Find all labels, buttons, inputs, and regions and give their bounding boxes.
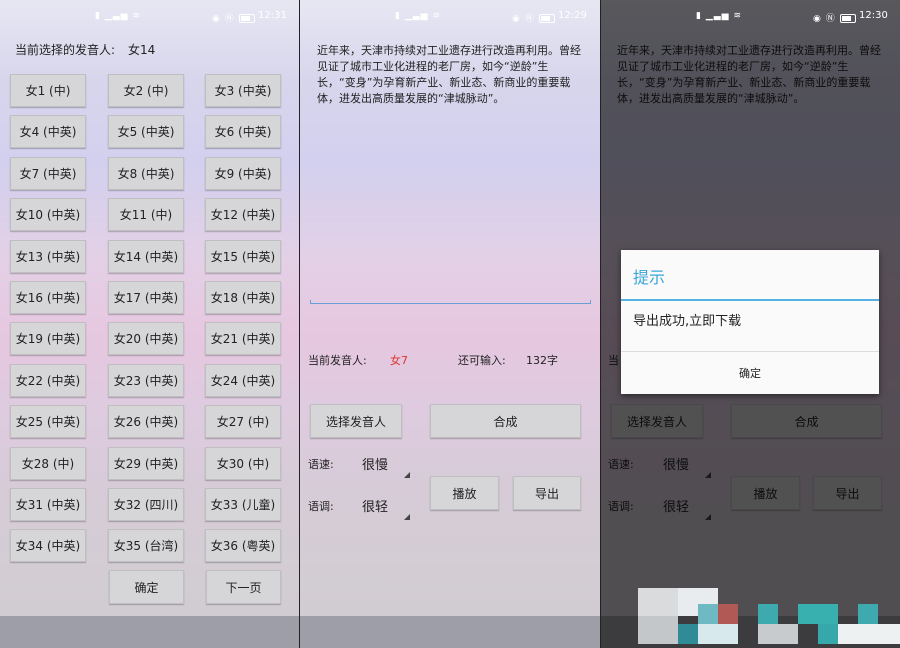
voice-button-12[interactable]: 女12 (中英)	[205, 198, 281, 231]
voice-button-32[interactable]: 女32 (四川)	[108, 488, 184, 521]
signal-icons: ▮ ▁▃▅ ≋	[696, 11, 742, 21]
speed-value: 很慢	[362, 458, 389, 473]
next-page-button[interactable]: 下一页	[206, 570, 281, 604]
voice-button-8[interactable]: 女8 (中英)	[108, 157, 184, 190]
voice-button-35[interactable]: 女35 (台湾)	[108, 529, 184, 562]
voice-button-5[interactable]: 女5 (中英)	[108, 115, 184, 148]
speed-dropdown[interactable]: 很慢	[356, 448, 410, 478]
signal-icons: ▮ ▁▃▅ ≋	[395, 11, 441, 21]
status-icons: ◉ Ⓝ	[512, 11, 555, 24]
voice-button-11[interactable]: 女11 (中)	[108, 198, 184, 231]
voice-button-36[interactable]: 女36 (粤英)	[205, 529, 281, 562]
pitch-label: 语调:	[308, 500, 334, 513]
synthesize-button[interactable]: 合成	[430, 404, 581, 438]
status-icons: ◉ Ⓝ	[212, 11, 255, 24]
pitch-dropdown[interactable]: 很轻	[356, 490, 410, 520]
status-icons: ◉ Ⓝ	[813, 11, 856, 24]
remaining-count: 132字	[526, 354, 558, 367]
speed-label: 语速:	[308, 458, 334, 471]
voice-button-4[interactable]: 女4 (中英)	[10, 115, 86, 148]
speaker-label: 当前发音人:	[308, 354, 367, 367]
dialog-ok-button[interactable]: 确定	[621, 351, 879, 394]
text-input-underline	[310, 300, 591, 304]
voice-button-24[interactable]: 女24 (中英)	[205, 364, 281, 397]
text-input[interactable]: 近年来，天津市持续对工业遗存进行改造再利用。曾经见证了城市工业化进程的老厂房，如…	[317, 43, 585, 107]
voice-button-9[interactable]: 女9 (中英)	[205, 157, 281, 190]
voice-button-27[interactable]: 女27 (中)	[205, 405, 281, 438]
remaining-label: 还可输入:	[458, 354, 506, 367]
speaker-value: 女7	[390, 354, 408, 367]
voice-button-28[interactable]: 女28 (中)	[10, 447, 86, 480]
signal-icons: ▮ ▁▃▅ ≋	[95, 11, 141, 21]
status-bar: ▮ ▁▃▅ ≋ ◉ Ⓝ 12:31	[0, 0, 299, 32]
voice-button-29[interactable]: 女29 (中英)	[108, 447, 184, 480]
voice-button-23[interactable]: 女23 (中英)	[108, 364, 184, 397]
dialog-title: 提示	[633, 268, 666, 287]
synthesis-screen: ▮ ▁▃▅ ≋ ◉ Ⓝ 12:29 近年来，天津市持续对工业遗存进行改造再利用。…	[300, 0, 600, 648]
dialog-title-divider	[621, 299, 879, 301]
alert-dialog: 提示 导出成功,立即下载 确定	[621, 250, 879, 394]
voice-button-21[interactable]: 女21 (中英)	[205, 322, 281, 355]
export-success-screen: ▮ ▁▃▅ ≋ ◉ Ⓝ 12:30 近年来，天津市持续对工业遗存进行改造再利用。…	[601, 0, 900, 648]
clock: 12:31	[258, 10, 287, 21]
voice-button-25[interactable]: 女25 (中英)	[10, 405, 86, 438]
clock: 12:30	[859, 10, 888, 21]
voice-button-16[interactable]: 女16 (中英)	[10, 281, 86, 314]
status-bar: ▮ ▁▃▅ ≋ ◉ Ⓝ 12:29	[300, 0, 600, 32]
voice-button-14[interactable]: 女14 (中英)	[108, 240, 184, 273]
status-bar-overlay: ▮ ▁▃▅ ≋ ◉ Ⓝ 12:30	[601, 0, 900, 32]
voice-button-31[interactable]: 女31 (中英)	[10, 488, 86, 521]
battery-icon	[538, 14, 555, 23]
pitch-value: 很轻	[362, 500, 389, 515]
battery-icon	[839, 14, 856, 23]
voice-button-26[interactable]: 女26 (中英)	[108, 405, 184, 438]
voice-button-2[interactable]: 女2 (中)	[108, 74, 184, 107]
voice-button-10[interactable]: 女10 (中英)	[10, 198, 86, 231]
dropdown-arrow-icon	[404, 472, 410, 478]
voice-button-17[interactable]: 女17 (中英)	[108, 281, 184, 314]
voice-button-20[interactable]: 女20 (中英)	[108, 322, 184, 355]
voice-button-7[interactable]: 女7 (中英)	[10, 157, 86, 190]
voice-button-3[interactable]: 女3 (中英)	[205, 74, 281, 107]
confirm-button[interactable]: 确定	[109, 570, 184, 604]
voice-button-1[interactable]: 女1 (中)	[10, 74, 86, 107]
voice-button-30[interactable]: 女30 (中)	[205, 447, 281, 480]
voice-button-6[interactable]: 女6 (中英)	[205, 115, 281, 148]
export-button[interactable]: 导出	[513, 476, 581, 510]
dropdown-arrow-icon	[404, 514, 410, 520]
navigation-bar	[300, 616, 600, 648]
navigation-bar	[0, 616, 299, 648]
selected-voice-value: 女14	[128, 43, 156, 57]
voice-button-34[interactable]: 女34 (中英)	[10, 529, 86, 562]
battery-icon	[238, 14, 255, 23]
clock: 12:29	[558, 10, 587, 21]
play-button[interactable]: 播放	[430, 476, 499, 510]
select-speaker-button[interactable]: 选择发音人	[310, 404, 402, 438]
voice-button-22[interactable]: 女22 (中英)	[10, 364, 86, 397]
voice-select-screen: ▮ ▁▃▅ ≋ ◉ Ⓝ 12:31 当前选择的发音人: 女14 女1 (中) 女2…	[0, 0, 299, 648]
voice-button-13[interactable]: 女13 (中英)	[10, 240, 86, 273]
voice-button-15[interactable]: 女15 (中英)	[205, 240, 281, 273]
pixelated-watermark	[638, 588, 900, 644]
selected-voice-label: 当前选择的发音人:	[15, 43, 116, 57]
voice-button-33[interactable]: 女33 (儿童)	[205, 488, 281, 521]
voice-button-19[interactable]: 女19 (中英)	[10, 322, 86, 355]
voice-button-18[interactable]: 女18 (中英)	[205, 281, 281, 314]
dialog-message: 导出成功,立即下载	[633, 314, 742, 329]
